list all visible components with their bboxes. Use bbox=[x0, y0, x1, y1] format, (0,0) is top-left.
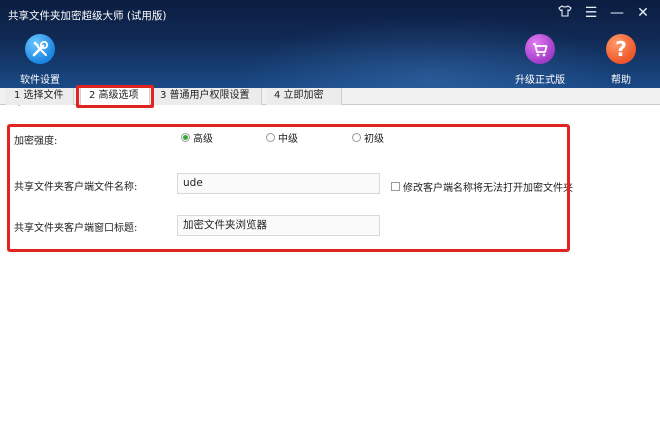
strength-high-radio[interactable]: 高级 bbox=[181, 130, 213, 145]
help-button[interactable]: ? 帮助 bbox=[591, 34, 651, 86]
settings-button[interactable]: 软件设置 bbox=[10, 34, 70, 86]
tab-select-folder[interactable]: 1 选择文件夹 bbox=[6, 88, 74, 117]
upgrade-button[interactable]: 升级正式版 bbox=[510, 34, 570, 86]
strength-low-label: 初级 bbox=[364, 134, 384, 145]
close-icon[interactable]: ✕ bbox=[636, 4, 650, 23]
app-header: 共享文件夹加密超级大师 (试用版) ☰ — ✕ 软件设置 升级正式版 ? 帮助 bbox=[0, 0, 660, 88]
question-mark-icon: ? bbox=[606, 34, 636, 64]
skin-icon[interactable] bbox=[558, 4, 572, 23]
window-controls: ☰ — ✕ bbox=[558, 4, 650, 23]
rename-warning-checkbox[interactable]: 修改客户端名称将无法打开加密文件夹 bbox=[391, 179, 573, 194]
strength-medium-label: 中级 bbox=[278, 134, 298, 145]
tab-encrypt-now[interactable]: 4 立即加密 bbox=[266, 88, 342, 105]
radio-unselected-icon bbox=[266, 133, 275, 142]
rename-warning-label: 修改客户端名称将无法打开加密文件夹 bbox=[403, 183, 573, 194]
upgrade-label: 升级正式版 bbox=[515, 75, 565, 86]
settings-label: 软件设置 bbox=[20, 75, 60, 86]
tab-bar: 1 选择文件夹 2 高级选项 3 普通用户权限设置 4 立即加密 bbox=[0, 88, 660, 117]
client-filename-input[interactable]: ude bbox=[177, 173, 380, 194]
advanced-options-panel bbox=[0, 106, 660, 447]
radio-selected-icon bbox=[181, 133, 190, 142]
minimize-icon[interactable]: — bbox=[610, 4, 624, 23]
client-window-title-label: 共享文件夹客户端窗口标题: bbox=[14, 223, 138, 234]
strength-medium-radio[interactable]: 中级 bbox=[266, 130, 298, 145]
client-window-title-input[interactable]: 加密文件夹浏览器 bbox=[177, 215, 380, 236]
wrench-screwdriver-icon bbox=[25, 34, 55, 64]
radio-unselected-icon bbox=[352, 133, 361, 142]
strength-low-radio[interactable]: 初级 bbox=[352, 130, 384, 145]
help-label: 帮助 bbox=[611, 75, 631, 86]
strength-high-label: 高级 bbox=[193, 134, 213, 145]
client-filename-label: 共享文件夹客户端文件名称: bbox=[14, 182, 138, 193]
shopping-cart-icon bbox=[525, 34, 555, 64]
tab-user-permissions[interactable]: 3 普通用户权限设置 bbox=[152, 88, 262, 105]
window-title: 共享文件夹加密超级大师 (试用版) bbox=[8, 10, 167, 22]
encryption-strength-label: 加密强度: bbox=[14, 136, 58, 147]
menu-icon[interactable]: ☰ bbox=[584, 4, 598, 23]
tab-advanced-options[interactable]: 2 高级选项 bbox=[80, 88, 150, 106]
checkbox-unchecked-icon bbox=[391, 182, 400, 191]
